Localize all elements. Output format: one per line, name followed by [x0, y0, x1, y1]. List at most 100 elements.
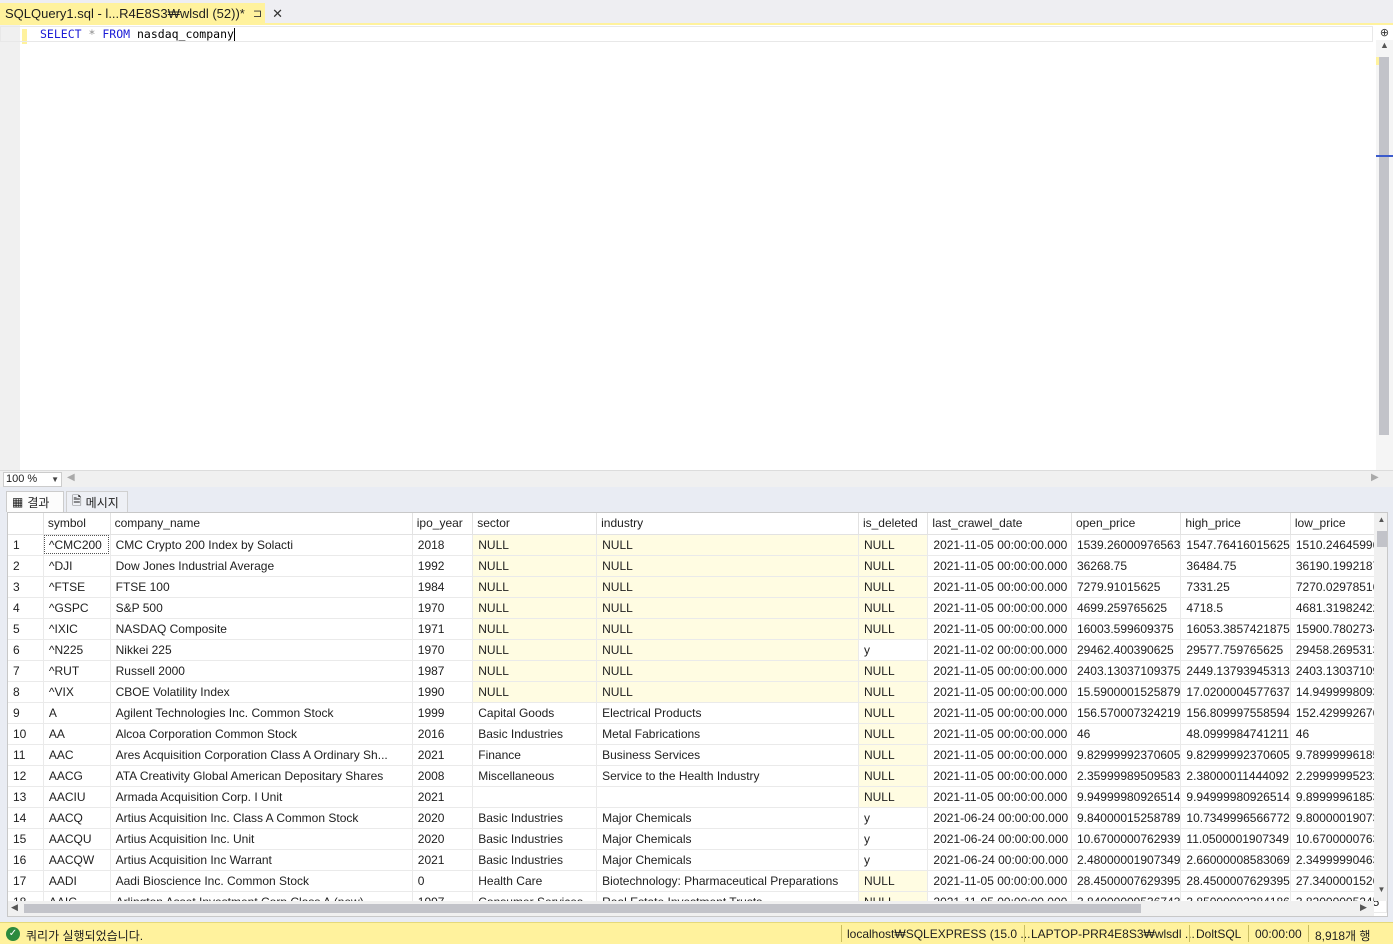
grid-cell[interactable]: 2021-06-24 00:00:00.000: [927, 807, 1072, 829]
grid-cell[interactable]: Business Services: [596, 744, 859, 766]
grid-cell[interactable]: Electrical Products: [596, 702, 859, 724]
grid-cell[interactable]: NULL: [858, 576, 929, 598]
grid-cell[interactable]: NASDAQ Composite: [110, 618, 413, 640]
zoom-select[interactable]: 100 % ▼: [3, 472, 62, 487]
grid-cell[interactable]: 1992: [412, 555, 474, 577]
grid-cell[interactable]: ^GSPC: [43, 597, 111, 619]
grid-cell[interactable]: 36484.75: [1180, 555, 1291, 577]
grid-cell[interactable]: 2.48000001907349: [1071, 849, 1182, 871]
grid-cell[interactable]: Service to the Health Industry: [596, 765, 859, 787]
scroll-right-icon[interactable]: ▶: [1360, 902, 1367, 913]
scroll-left-icon[interactable]: ◀: [11, 902, 18, 913]
grid-cell[interactable]: 15.5900001525879: [1071, 681, 1182, 703]
grid-cell[interactable]: 9.94999980926514: [1180, 786, 1291, 808]
grid-cell[interactable]: AACQ: [43, 807, 111, 829]
grid-cell[interactable]: CBOE Volatility Index: [110, 681, 413, 703]
table-row[interactable]: 4 ^GSPC S&P 500 1970 NULL NULL NULL 2021-11-05 …: [8, 597, 1387, 619]
grid-cell[interactable]: Health Care: [472, 870, 598, 892]
chevron-down-icon[interactable]: ▼: [51, 473, 59, 486]
grid-cell[interactable]: NULL: [858, 786, 929, 808]
split-icon[interactable]: ⊕: [1377, 26, 1392, 40]
grid-cell[interactable]: NULL: [596, 660, 859, 682]
grid-cell[interactable]: 9.84000015258789: [1071, 807, 1182, 829]
grid-cell[interactable]: 1971: [412, 618, 474, 640]
table-row[interactable]: 14 AACQ Artius Acquisition Inc. Class A Co…: [8, 807, 1387, 829]
grid-cell[interactable]: Biotechnology: Pharmaceutical Preparatio…: [596, 870, 859, 892]
query-tab[interactable]: SQLQuery1.sql - l...R4E8S3₩wlsdl (52))* …: [0, 3, 283, 24]
editor-scroll-thumb[interactable]: [1379, 57, 1389, 435]
grid-cell[interactable]: 4718.5: [1180, 597, 1291, 619]
row-number[interactable]: 12: [8, 765, 44, 787]
grid-cell[interactable]: Basic Industries: [472, 723, 598, 745]
grid-hscroll-thumb[interactable]: [24, 904, 1141, 913]
grid-cell[interactable]: AACG: [43, 765, 111, 787]
row-number-header[interactable]: [8, 513, 44, 535]
column-header-low-price[interactable]: low_price: [1290, 513, 1387, 535]
grid-cell[interactable]: Artius Acquisition Inc. Unit: [110, 828, 413, 850]
grid-cell[interactable]: y: [858, 828, 929, 850]
grid-cell[interactable]: 10.7349996566772: [1180, 807, 1291, 829]
grid-cell[interactable]: NULL: [858, 723, 929, 745]
grid-cell[interactable]: Dow Jones Industrial Average: [110, 555, 413, 577]
grid-cell[interactable]: 2.66000008583069: [1180, 849, 1291, 871]
grid-cell[interactable]: Ares Acquisition Corporation Class A Ord…: [110, 744, 413, 766]
grid-cell[interactable]: NULL: [596, 681, 859, 703]
grid-cell[interactable]: y: [858, 849, 929, 871]
grid-cell[interactable]: 2021-11-05 00:00:00.000: [927, 660, 1072, 682]
pin-icon[interactable]: ⊐: [253, 7, 262, 20]
grid-cell[interactable]: 28.4500007629395: [1071, 870, 1182, 892]
grid-cell[interactable]: 2018: [412, 534, 474, 556]
grid-cell[interactable]: Artius Acquisition Inc Warrant: [110, 849, 413, 871]
grid-cell[interactable]: 7331.25: [1180, 576, 1291, 598]
grid-cell[interactable]: 4681.31982422: [1290, 597, 1387, 619]
column-header-last-crawel-date[interactable]: last_crawel_date: [927, 513, 1072, 535]
grid-cell[interactable]: 156.570007324219: [1071, 702, 1182, 724]
grid-cell[interactable]: Nikkei 225: [110, 639, 413, 661]
grid-cell[interactable]: 16053.3857421875: [1180, 618, 1291, 640]
grid-cell[interactable]: 2021-11-05 00:00:00.000: [927, 786, 1072, 808]
grid-cell[interactable]: 11.0500001907349: [1180, 828, 1291, 850]
grid-cell[interactable]: Basic Industries: [472, 849, 598, 871]
grid-cell[interactable]: 1970: [412, 597, 474, 619]
grid-cell[interactable]: 29458.2695313: [1290, 639, 1387, 661]
row-number[interactable]: 15: [8, 828, 44, 850]
grid-cell[interactable]: 2020: [412, 807, 474, 829]
grid-cell[interactable]: Aadi Bioscience Inc. Common Stock: [110, 870, 413, 892]
table-row[interactable]: 13 AACIU Armada Acquisition Corp. I Unit 20…: [8, 786, 1387, 808]
row-number[interactable]: 17: [8, 870, 44, 892]
grid-cell[interactable]: 2021-11-05 00:00:00.000: [927, 702, 1072, 724]
grid-cell[interactable]: 17.0200004577637: [1180, 681, 1291, 703]
grid-cell[interactable]: Alcoa Corporation Common Stock: [110, 723, 413, 745]
grid-cell[interactable]: NULL: [858, 702, 929, 724]
table-row[interactable]: 12 AACG ATA Creativity Global American Dep…: [8, 765, 1387, 787]
grid-cell[interactable]: NULL: [858, 660, 929, 682]
grid-vertical-scrollbar[interactable]: ▲ ▼: [1374, 513, 1387, 901]
grid-cell[interactable]: 7279.91015625: [1071, 576, 1182, 598]
table-row[interactable]: 3 ^FTSE FTSE 100 1984 NULL NULL NULL 2021-11-05…: [8, 576, 1387, 598]
grid-cell[interactable]: NULL: [472, 555, 598, 577]
grid-cell[interactable]: 2.34999990463: [1290, 849, 1387, 871]
grid-cell[interactable]: 46: [1071, 723, 1182, 745]
grid-cell[interactable]: 2.38000011444092: [1180, 765, 1291, 787]
grid-cell[interactable]: Major Chemicals: [596, 807, 859, 829]
row-number[interactable]: 14: [8, 807, 44, 829]
tab-messages[interactable]: 🗎 메시지: [66, 491, 128, 512]
grid-cell[interactable]: NULL: [858, 534, 929, 556]
grid-cell[interactable]: Major Chemicals: [596, 828, 859, 850]
grid-cell[interactable]: 1999: [412, 702, 474, 724]
grid-cell[interactable]: ^N225: [43, 639, 111, 661]
grid-cell[interactable]: 2021-11-05 00:00:00.000: [927, 534, 1072, 556]
row-number[interactable]: 4: [8, 597, 44, 619]
grid-cell[interactable]: 9.94999980926514: [1071, 786, 1182, 808]
grid-cell[interactable]: 27.3400001526: [1290, 870, 1387, 892]
grid-cell[interactable]: NULL: [472, 639, 598, 661]
row-number[interactable]: 11: [8, 744, 44, 766]
grid-cell[interactable]: 2021-11-05 00:00:00.000: [927, 681, 1072, 703]
grid-cell[interactable]: 36190.19921875: [1290, 555, 1387, 577]
grid-cell[interactable]: 2403.13037109375: [1071, 660, 1182, 682]
grid-cell[interactable]: ATA Creativity Global American Depositar…: [110, 765, 413, 787]
grid-cell[interactable]: 2.29999995232: [1290, 765, 1387, 787]
grid-cell[interactable]: 2021-11-05 00:00:00.000: [927, 744, 1072, 766]
editor-vertical-scrollbar[interactable]: ⊕ ▲: [1376, 27, 1393, 470]
grid-cell[interactable]: NULL: [858, 681, 929, 703]
